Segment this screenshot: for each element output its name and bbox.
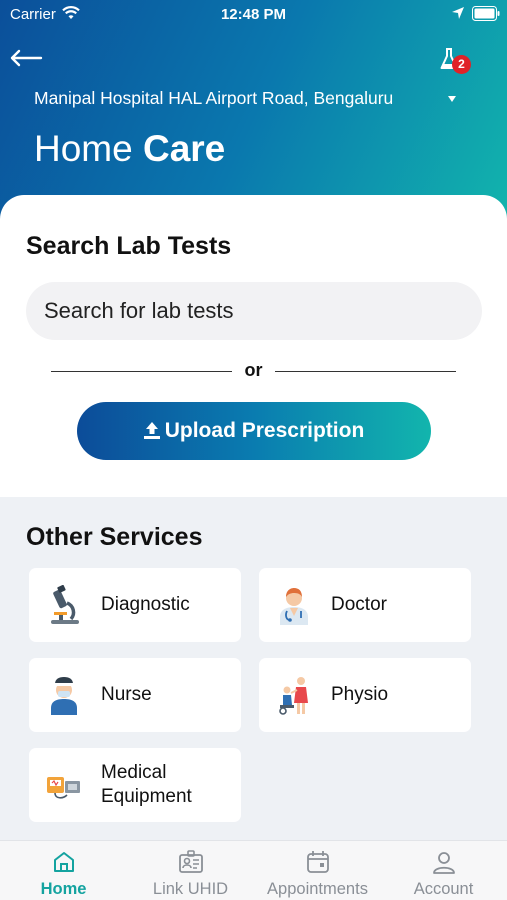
search-input[interactable]: [26, 282, 482, 340]
tab-appointments[interactable]: Appointments: [254, 841, 381, 900]
service-card-nurse[interactable]: Nurse: [29, 658, 241, 732]
service-card-doctor[interactable]: Doctor: [259, 568, 471, 642]
upload-button-label: Upload Prescription: [164, 419, 365, 442]
medical-equipment-icon: [47, 777, 80, 799]
upload-icon: [143, 422, 160, 439]
calendar-icon: [306, 851, 329, 873]
divider-right: [275, 371, 456, 372]
battery-icon: [472, 6, 500, 21]
service-card-medical-equipment[interactable]: Medical Equipment: [29, 748, 241, 822]
search-lab-tests-card: Search Lab Tests or Upload Prescription: [0, 195, 507, 497]
tab-label: Appointments: [267, 880, 368, 898]
doctor-icon: [280, 588, 308, 625]
person-icon: [432, 852, 455, 874]
back-button[interactable]: [8, 44, 44, 72]
cart-count-badge: 2: [452, 55, 471, 74]
other-services-section: Other Services Diagnostic Doctor Nurse P…: [0, 497, 507, 840]
physio-icon: [279, 677, 308, 715]
service-label: Diagnostic: [101, 594, 190, 615]
status-bar: Carrier 12:48 PM: [0, 0, 507, 30]
service-label: Medical Equipment: [101, 762, 192, 807]
upload-prescription-button[interactable]: Upload Prescription: [77, 402, 431, 460]
services-heading: Other Services: [26, 523, 203, 551]
search-heading: Search Lab Tests: [26, 232, 232, 260]
id-card-icon: [178, 850, 203, 873]
tab-home[interactable]: Home: [0, 841, 127, 900]
hospital-selector[interactable]: Manipal Hospital HAL Airport Road, Benga…: [34, 88, 464, 112]
page-title-light: Home: [34, 128, 143, 169]
microscope-icon: [51, 585, 79, 624]
service-label: Physio: [331, 684, 389, 705]
service-card-physio[interactable]: Physio: [259, 658, 471, 732]
location-arrow-icon: [452, 7, 464, 19]
service-label: Nurse: [101, 684, 152, 705]
page-title: Home Care: [34, 128, 225, 170]
tab-label: Account: [413, 880, 474, 898]
lab-cart-button[interactable]: 2: [436, 45, 476, 79]
tab-label: Home: [40, 880, 87, 898]
hospital-name: Manipal Hospital HAL Airport Road, Benga…: [34, 88, 394, 108]
home-icon: [53, 852, 74, 872]
page-title-bold: Care: [142, 128, 226, 169]
service-label: Doctor: [331, 594, 387, 615]
caret-down-icon: [448, 96, 456, 102]
tab-bar: Home Link UHID Appointments Account: [0, 840, 507, 900]
tab-account[interactable]: Account: [380, 841, 507, 900]
clock: 12:48 PM: [220, 6, 287, 23]
nurse-icon: [51, 677, 77, 715]
tab-link-uhid[interactable]: Link UHID: [127, 841, 254, 900]
service-card-diagnostic[interactable]: Diagnostic: [29, 568, 241, 642]
tab-label: Link UHID: [152, 880, 229, 898]
back-arrow-icon: [10, 49, 43, 67]
service-label-line1: Medical Equipment: [101, 761, 231, 809]
